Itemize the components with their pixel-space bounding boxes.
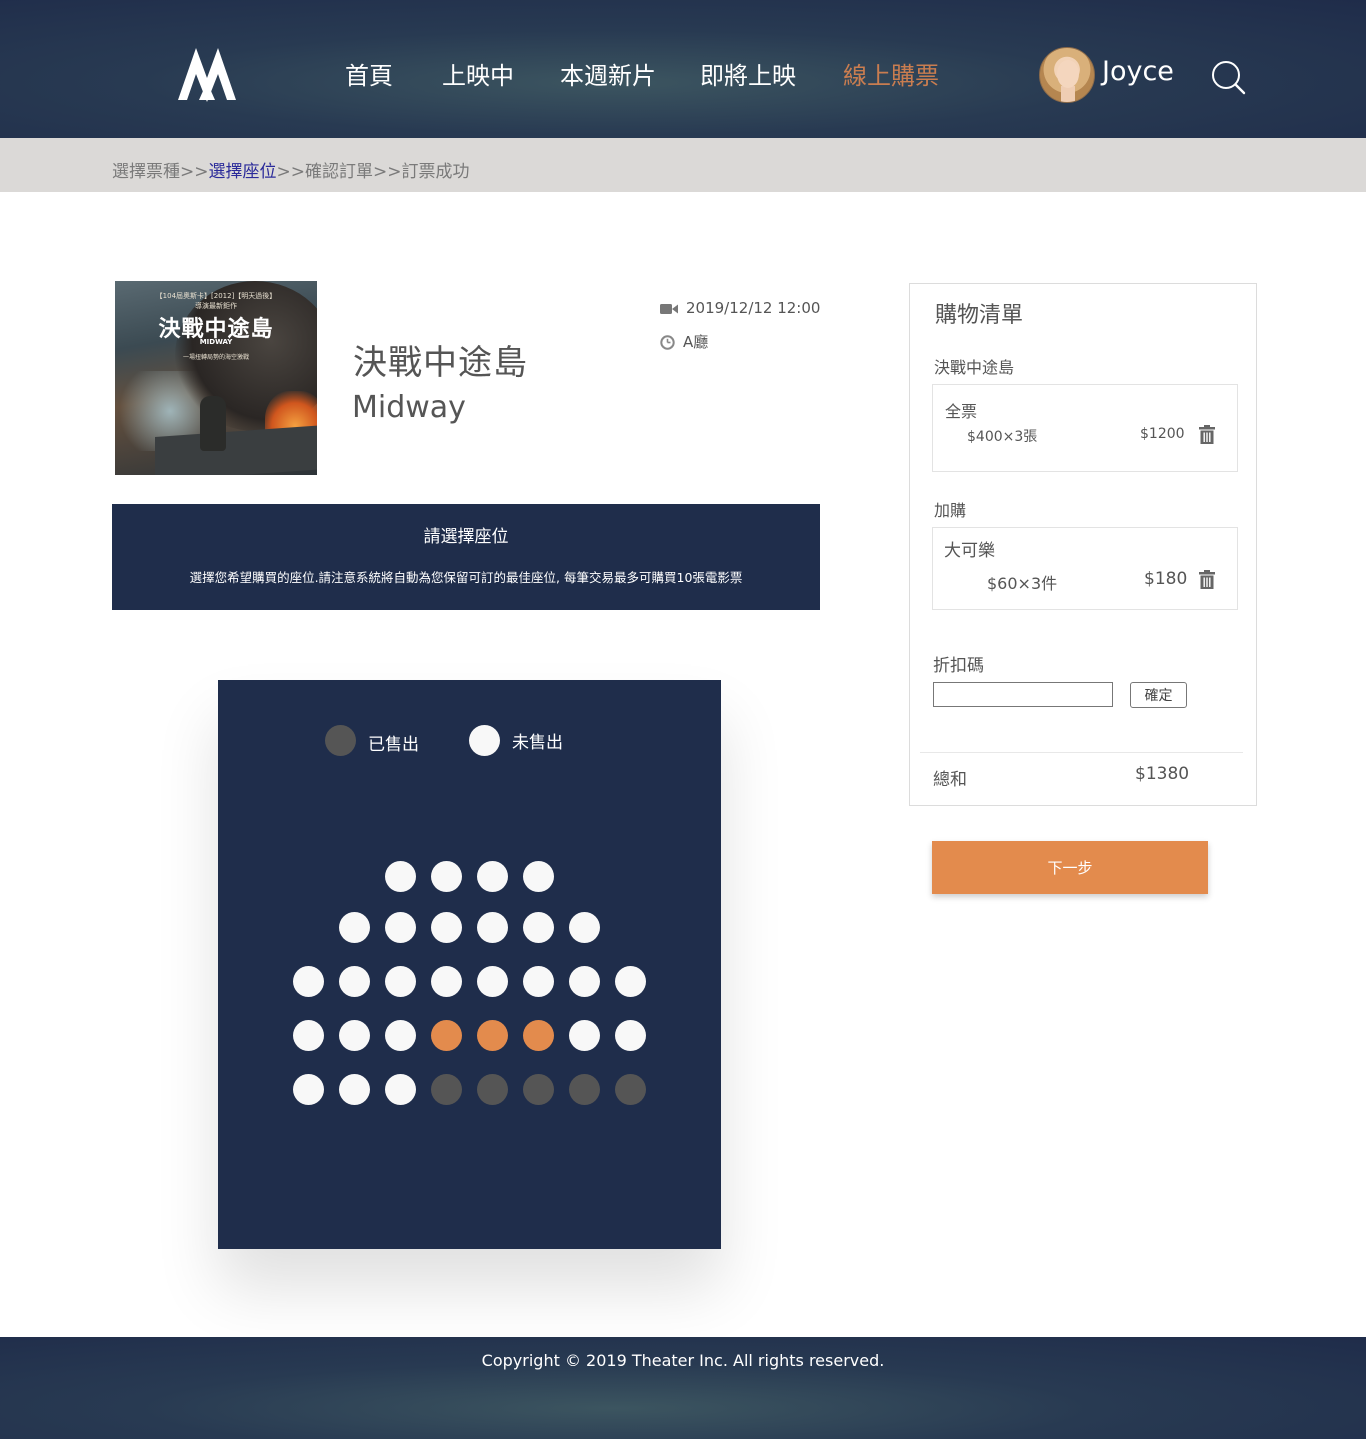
copyright-text: Copyright © 2019 Theater Inc. All rights… <box>481 1351 885 1370</box>
seat-sold <box>615 1074 646 1105</box>
total-label: 總和 <box>933 770 967 790</box>
clock-icon <box>660 335 675 350</box>
seat-selected[interactable] <box>477 1020 508 1051</box>
seat-available[interactable] <box>339 966 370 997</box>
legend-sold-label: 已售出 <box>368 735 419 755</box>
promo-label: 折扣碼 <box>933 656 984 676</box>
ticket-type: 全票 <box>945 402 978 421</box>
legend-available-label: 未售出 <box>512 733 563 753</box>
seat-available[interactable] <box>615 1020 646 1051</box>
addon-subtotal: $180 <box>1144 569 1188 589</box>
avatar-neck <box>1061 86 1075 102</box>
seat-available[interactable] <box>615 966 646 997</box>
seat-available[interactable] <box>339 1020 370 1051</box>
movie-poster: 【104屆奧斯卡】[2012]【明天過後】 導演最新鉅作 決戰中途島 MIDWAY… <box>115 281 317 475</box>
cart-divider <box>920 752 1243 753</box>
showtime-value: 2019/12/12 12:00 <box>686 299 821 317</box>
showtime: 2019/12/12 12:00 <box>660 299 820 317</box>
nav-coming-soon[interactable]: 即將上映 <box>700 56 796 91</box>
promo-confirm-button[interactable]: 確定 <box>1130 682 1187 708</box>
breadcrumb-separator: >> <box>276 162 306 182</box>
seat-available[interactable] <box>569 1020 600 1051</box>
addon-title: 加購 <box>934 501 967 520</box>
seat-available[interactable] <box>523 861 554 892</box>
seat-available[interactable] <box>293 1074 324 1105</box>
poster-subtitle: MIDWAY <box>199 338 233 346</box>
seat-available[interactable] <box>293 1020 324 1051</box>
trash-icon[interactable] <box>1199 570 1215 589</box>
breadcrumb: 選擇票種>>選擇座位>>確認訂單>>訂票成功 <box>112 157 470 182</box>
seat-available[interactable] <box>339 1074 370 1105</box>
user-name[interactable]: Joyce <box>1102 56 1174 87</box>
breadcrumb-separator: >> <box>373 162 402 182</box>
video-camera-icon <box>660 303 678 314</box>
seat-notice-description: 選擇您希望購買的座位.請注意系統將自動為您保留可訂的最佳座位, 每筆交易最多可購… <box>189 570 743 585</box>
search-icon[interactable] <box>1210 59 1246 95</box>
seat-sold <box>477 1074 508 1105</box>
seat-notice-heading: 請選擇座位 <box>423 527 509 547</box>
trash-icon[interactable] <box>1199 425 1215 444</box>
seat-available[interactable] <box>431 966 462 997</box>
breadcrumb-step-select-seat[interactable]: 選擇座位 <box>209 162 277 182</box>
seat-available[interactable] <box>339 912 370 943</box>
hall: A廳 <box>660 331 708 352</box>
seat-available[interactable] <box>477 966 508 997</box>
legend-sold-dot <box>325 725 356 756</box>
seat-map: 已售出 未售出 <box>218 680 721 1249</box>
seat-available[interactable] <box>385 966 416 997</box>
poster-figure <box>200 396 226 451</box>
poster-tagline: 一場扭轉局勢的海空激戰 <box>182 354 249 361</box>
seat-available[interactable] <box>523 912 554 943</box>
seat-selected[interactable] <box>523 1020 554 1051</box>
avatar-face <box>1057 60 1079 88</box>
breadcrumb-step-confirm-order: 確認訂單 <box>305 162 373 182</box>
breadcrumb-separator: >> <box>180 162 209 182</box>
seat-notice: 請選擇座位 選擇您希望購買的座位.請注意系統將自動為您保留可訂的最佳座位, 每筆… <box>112 504 820 610</box>
seat-sold <box>523 1074 554 1105</box>
nav-now-showing[interactable]: 上映中 <box>442 56 514 91</box>
addon-qty: $60×3件 <box>987 574 1058 593</box>
seat-available[interactable] <box>431 912 462 943</box>
avatar[interactable] <box>1039 47 1095 103</box>
total-value: $1380 <box>1135 764 1190 784</box>
cart-title: 購物清單 <box>935 303 1024 328</box>
nav-online-booking[interactable]: 線上購票 <box>843 56 939 91</box>
ticket-subtotal: $1200 <box>1140 426 1185 442</box>
breadcrumb-step-ticket-type[interactable]: 選擇票種 <box>112 162 180 182</box>
seat-available[interactable] <box>385 912 416 943</box>
seat-available[interactable] <box>477 912 508 943</box>
ticket-qty: $400×3張 <box>967 429 1038 445</box>
seat-available[interactable] <box>385 861 416 892</box>
seat-available[interactable] <box>431 861 462 892</box>
logo-mountain-icon[interactable] <box>176 44 238 104</box>
seat-available[interactable] <box>569 912 600 943</box>
seat-available[interactable] <box>385 1074 416 1105</box>
breadcrumb-step-success: 訂票成功 <box>401 162 470 182</box>
seat-available[interactable] <box>385 1020 416 1051</box>
seat-available[interactable] <box>523 966 554 997</box>
poster-top-line-1: 【104屆奧斯卡】[2012]【明天過後】 <box>155 292 277 300</box>
seat-available[interactable] <box>569 966 600 997</box>
hall-value: A廳 <box>683 333 709 351</box>
addon-name: 大可樂 <box>944 541 995 561</box>
seat-sold <box>431 1074 462 1105</box>
legend-available-dot <box>469 725 500 756</box>
seat-available[interactable] <box>293 966 324 997</box>
seat-sold <box>569 1074 600 1105</box>
next-step-button[interactable]: 下一步 <box>932 841 1208 894</box>
cart-movie-name: 決戰中途島 <box>934 358 1015 377</box>
movie-title-en: Midway <box>352 390 466 425</box>
poster-top-line: 【104屆奧斯卡】[2012]【明天過後】 導演最新鉅作 <box>115 291 317 311</box>
seat-selected[interactable] <box>431 1020 462 1051</box>
seat-available[interactable] <box>477 861 508 892</box>
nav-home[interactable]: 首頁 <box>345 56 393 91</box>
promo-code-input[interactable] <box>933 682 1113 707</box>
nav-new-this-week[interactable]: 本週新片 <box>560 56 656 91</box>
movie-title-zh: 決戰中途島 <box>353 343 528 383</box>
poster-top-line-2: 導演最新鉅作 <box>195 302 237 310</box>
